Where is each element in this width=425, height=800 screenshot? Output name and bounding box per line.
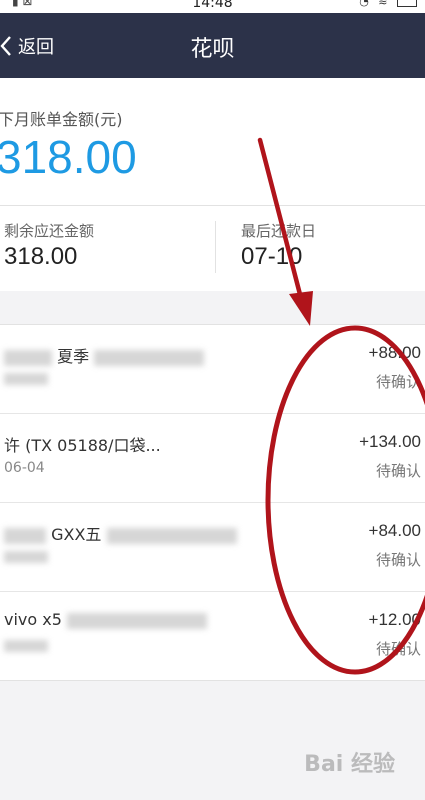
- transaction-amount: +84.00: [368, 521, 421, 540]
- transaction-date: 06-04: [4, 460, 45, 476]
- transaction-row[interactable]: 许 (TX 05188/口袋... 06-04 +134.00 待确认: [0, 414, 425, 503]
- transaction-name: 夏季: [4, 343, 205, 367]
- next-bill-label: 下月账单金额(元): [0, 110, 123, 129]
- redacted-text: [67, 612, 207, 629]
- page-title: 花呗: [190, 37, 235, 62]
- transaction-row[interactable]: 夏季 +88.00 待确认: [0, 325, 425, 414]
- redacted-text: [106, 527, 237, 544]
- status-icons: ◔ ≋: [359, 0, 417, 8]
- due-date: 07-10: [241, 243, 303, 270]
- transaction-status: 待确认: [375, 373, 421, 391]
- transaction-amount: +134.00: [359, 432, 421, 451]
- transaction-date: [4, 638, 48, 654]
- transaction-date: [4, 549, 48, 565]
- next-bill-amount: 318.00: [0, 131, 137, 183]
- redacted-text: [4, 373, 48, 385]
- redacted-text: [4, 551, 48, 563]
- redacted-text: [4, 349, 52, 366]
- nav-bar: 返回 花呗: [0, 13, 425, 78]
- due-date-label: 最后还款日: [241, 222, 317, 240]
- divider: [0, 205, 425, 206]
- transaction-name: vivo x5: [4, 610, 207, 629]
- redacted-text: [4, 640, 48, 652]
- divider-vertical: [215, 221, 216, 273]
- transaction-status: 待确认: [375, 551, 421, 569]
- transaction-name: 许 (TX 05188/口袋...: [4, 436, 161, 455]
- remaining-label: 剩余应还金额: [4, 222, 95, 240]
- transaction-row[interactable]: GXX五 +84.00 待确认: [0, 503, 425, 592]
- redacted-text: [94, 349, 205, 366]
- transaction-amount: +88.00: [368, 343, 421, 362]
- status-bar: ▮ ⊠ 14:48 ◔ ≋: [0, 0, 425, 13]
- watermark: Bai 经验: [304, 752, 395, 777]
- transaction-amount: +12.00: [368, 610, 421, 629]
- battery-icon: [397, 0, 417, 7]
- transaction-date: [4, 371, 48, 387]
- transaction-list: 夏季 +88.00 待确认 许 (TX 05188/口袋... 06-04 +1…: [0, 324, 425, 681]
- annotation-arrowhead: [289, 291, 313, 326]
- remaining-amount: 318.00: [4, 243, 78, 270]
- transaction-status: 待确认: [375, 462, 421, 480]
- transaction-row[interactable]: vivo x5 +12.00 待确认: [0, 592, 425, 680]
- transaction-name: GXX五: [4, 521, 237, 545]
- transaction-status: 待确认: [375, 640, 421, 658]
- bill-summary: 下月账单金额(元) 318.00 剩余应还金额 318.00 最后还款日 07-…: [0, 78, 425, 291]
- redacted-text: [4, 527, 46, 544]
